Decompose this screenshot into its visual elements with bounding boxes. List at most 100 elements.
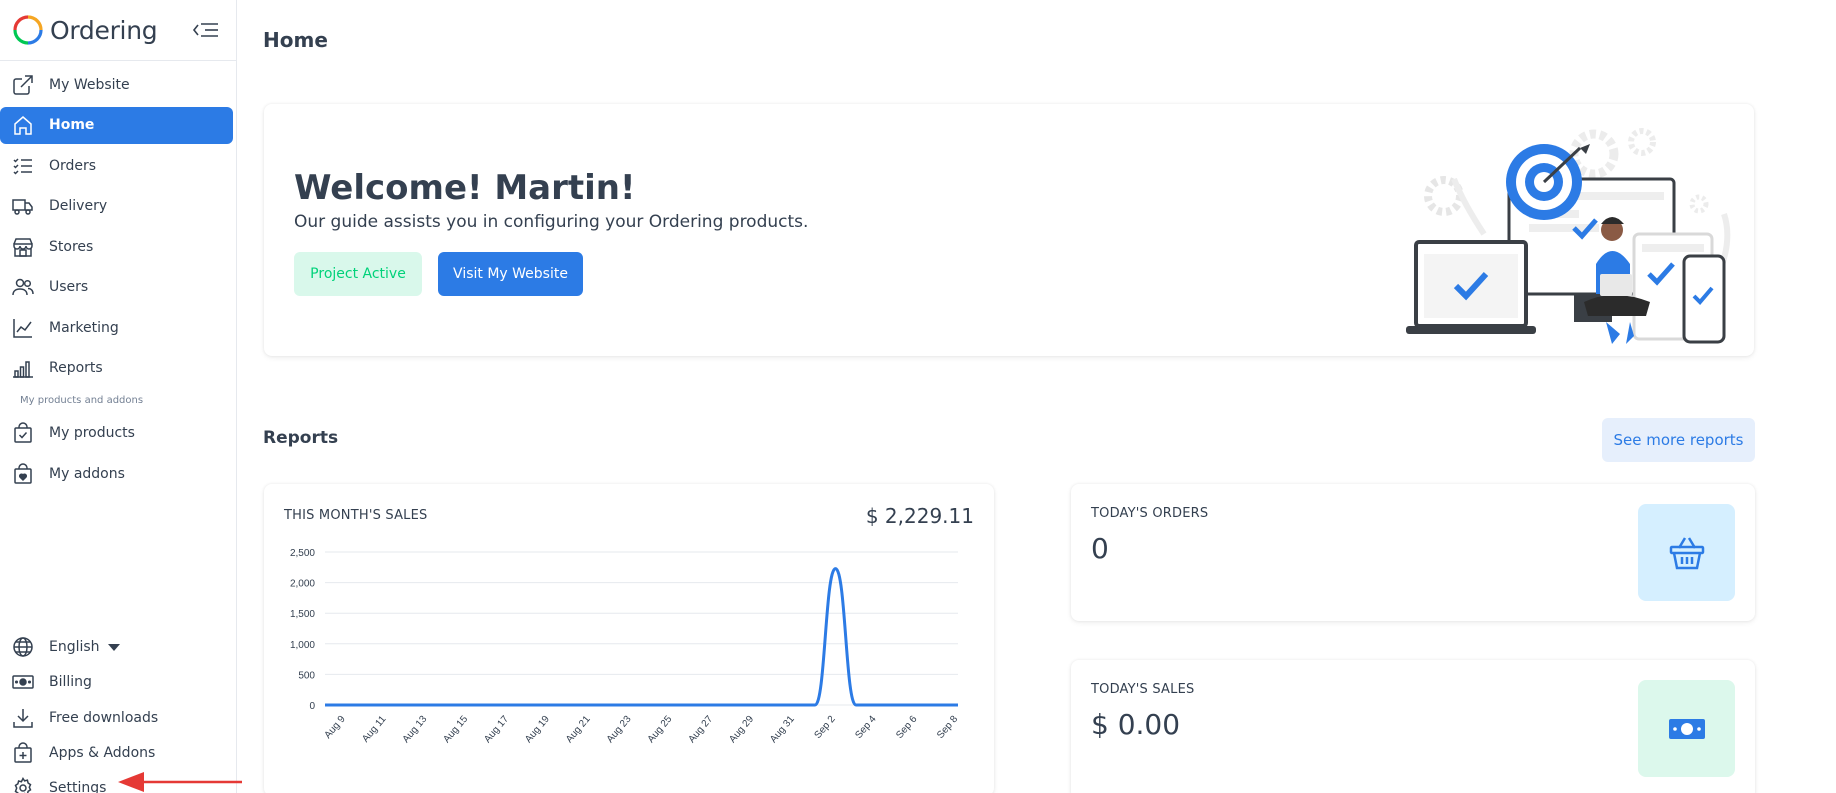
chart-x-tick-label: Aug 19 bbox=[523, 714, 552, 746]
brand-name: Ordering bbox=[50, 15, 158, 45]
sidebar-item-orders[interactable]: Orders bbox=[0, 147, 236, 184]
sidebar-item-billing[interactable]: Billing bbox=[0, 667, 236, 697]
orders-icon-tile bbox=[1638, 504, 1735, 601]
basket-icon bbox=[1669, 536, 1704, 569]
cash-icon bbox=[1668, 718, 1705, 739]
ordering-logo-icon bbox=[13, 15, 43, 45]
sales-icon-tile bbox=[1638, 680, 1735, 777]
sidebar-item-label: Free downloads bbox=[49, 709, 159, 726]
sidebar-item-label: Home bbox=[49, 117, 95, 133]
sidebar-item-free-downloads[interactable]: Free downloads bbox=[0, 703, 236, 733]
annotation-arrow-icon bbox=[118, 772, 242, 792]
list-icon bbox=[13, 157, 32, 175]
chart-y-tick-label: 2,000 bbox=[290, 579, 315, 590]
monthly-sales-card: THIS MONTH'S SALES $ 2,229.11 0 500 1,000 1… bbox=[264, 484, 994, 793]
welcome-card: Welcome! Martin! Our guide assists you i… bbox=[264, 104, 1754, 356]
chart-x-tick-label: Sep 8 bbox=[935, 714, 961, 741]
todays-sales-value: $ 0.00 bbox=[1091, 708, 1181, 741]
chart-y-tick-label: 0 bbox=[309, 701, 315, 712]
chart-y-tick-label: 500 bbox=[298, 670, 315, 681]
caret-down-icon bbox=[107, 643, 120, 651]
sidebar-item-label: Users bbox=[49, 279, 89, 295]
users-icon bbox=[12, 278, 34, 296]
brand[interactable]: Ordering bbox=[12, 12, 158, 48]
chart-x-tick-label: Sep 4 bbox=[853, 714, 879, 741]
chart-y-tick-label: 1,000 bbox=[290, 640, 315, 651]
sidebar-item-label: My addons bbox=[49, 465, 125, 482]
chart-x-tick-label: Aug 31 bbox=[768, 714, 797, 746]
sidebar-item-my-website[interactable]: My Website bbox=[0, 66, 236, 103]
monthly-sales-label: THIS MONTH'S SALES bbox=[284, 508, 428, 523]
sidebar-item-my-addons[interactable]: My addons bbox=[0, 455, 236, 492]
chart-x-tick-label: Aug 13 bbox=[401, 714, 430, 746]
monthly-sales-value: $ 2,229.11 bbox=[865, 504, 974, 528]
chart-x-tick-label: Aug 27 bbox=[686, 714, 715, 746]
sidebar-item-delivery[interactable]: Delivery bbox=[0, 188, 236, 225]
sidebar-item-label: Orders bbox=[49, 157, 97, 174]
chart-x-tick-label: Aug 23 bbox=[605, 714, 634, 746]
chart-series-line bbox=[324, 567, 958, 707]
sidebar-item-label: Billing bbox=[49, 674, 92, 691]
sidebar: Ordering My Website Home Orders Delivery… bbox=[0, 0, 237, 793]
sidebar-item-label: Marketing bbox=[49, 319, 119, 336]
external-link-icon bbox=[13, 74, 33, 95]
chart-x-tick-label: Aug 15 bbox=[441, 714, 470, 746]
chart-x-tick-label: Aug 9 bbox=[322, 714, 348, 741]
chart-y-tick-label: 1,500 bbox=[290, 609, 315, 620]
chart-x-tick-label: Aug 11 bbox=[360, 714, 389, 745]
sidebar-item-label: Apps & Addons bbox=[49, 744, 156, 761]
language-label: English bbox=[49, 639, 100, 655]
collapse-sidebar-icon[interactable] bbox=[192, 18, 220, 42]
chart-x-tick-label: Aug 21 bbox=[564, 714, 593, 746]
todays-sales-label: TODAY'S SALES bbox=[1091, 682, 1195, 697]
todays-orders-card: TODAY'S ORDERS 0 bbox=[1071, 484, 1755, 621]
sidebar-item-label: Stores bbox=[49, 238, 94, 255]
sales-line-chart: 0 500 1,000 1,500 2,000 2,500 Aug 9 Aug 11 Aug 1… bbox=[290, 548, 961, 746]
chart-line-icon bbox=[13, 318, 32, 338]
language-selector[interactable]: English bbox=[0, 632, 236, 662]
sidebar-item-apps-addons[interactable]: Apps & Addons bbox=[0, 738, 236, 768]
chart-x-tick-label: Aug 29 bbox=[727, 714, 756, 746]
see-more-reports-button[interactable]: See more reports bbox=[1602, 418, 1755, 462]
home-icon bbox=[14, 116, 32, 135]
bag-heart-icon bbox=[14, 462, 32, 484]
bag-plus-icon bbox=[14, 742, 32, 763]
sidebar-section-label: My products and addons bbox=[20, 394, 144, 406]
sidebar-item-label: My Website bbox=[49, 76, 130, 93]
globe-icon bbox=[13, 637, 33, 657]
sidebar-item-label: Settings bbox=[49, 780, 107, 793]
sidebar-item-label: My products bbox=[49, 425, 135, 441]
chart-x-tick-label: Aug 25 bbox=[646, 714, 675, 746]
chart-x-tick-label: Aug 17 bbox=[482, 714, 511, 746]
truck-icon bbox=[12, 199, 33, 215]
welcome-title: Welcome! Martin! bbox=[294, 168, 636, 208]
chart-y-tick-label: 2,500 bbox=[290, 548, 315, 559]
gear-icon bbox=[14, 777, 32, 793]
visit-website-button[interactable]: Visit My Website bbox=[438, 252, 583, 296]
page-title: Home bbox=[263, 28, 328, 52]
download-icon bbox=[13, 708, 33, 728]
sidebar-item-label: Reports bbox=[49, 360, 103, 376]
divider bbox=[0, 60, 236, 61]
todays-orders-label: TODAY'S ORDERS bbox=[1091, 506, 1209, 521]
cash-icon bbox=[12, 675, 34, 690]
bar-chart-icon bbox=[13, 361, 33, 378]
chart-x-tick-label: Sep 2 bbox=[813, 714, 839, 741]
sidebar-item-stores[interactable]: Stores bbox=[0, 228, 236, 265]
sidebar-item-users[interactable]: Users bbox=[0, 269, 236, 306]
bag-check-icon bbox=[14, 422, 32, 443]
todays-sales-card: TODAY'S SALES $ 0.00 bbox=[1071, 660, 1755, 793]
reports-title: Reports bbox=[263, 428, 339, 448]
welcome-illustration bbox=[1406, 128, 1731, 344]
chart-x-tick-label: Sep 6 bbox=[894, 714, 920, 741]
sidebar-item-home[interactable]: Home bbox=[0, 106, 233, 144]
sidebar-item-marketing[interactable]: Marketing bbox=[0, 309, 236, 346]
todays-orders-value: 0 bbox=[1091, 532, 1109, 565]
sidebar-item-my-products[interactable]: My products bbox=[0, 415, 236, 452]
sidebar-nav: My Website Home Orders Delivery Stores U… bbox=[0, 66, 236, 496]
sidebar-bottom-nav: English Billing Free downloads Apps & Ad… bbox=[0, 632, 236, 793]
project-status-badge: Project Active bbox=[294, 252, 422, 296]
store-icon bbox=[13, 237, 33, 257]
sidebar-item-reports[interactable]: Reports bbox=[0, 350, 236, 387]
welcome-subtitle: Our guide assists you in configuring you… bbox=[294, 212, 809, 232]
